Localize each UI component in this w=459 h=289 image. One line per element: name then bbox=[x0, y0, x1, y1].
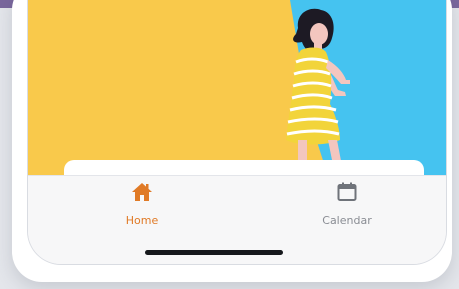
home-indicator[interactable] bbox=[145, 250, 283, 255]
calendar-icon bbox=[335, 180, 359, 204]
tab-calendar-label: Calendar bbox=[322, 214, 372, 227]
hero-illustration bbox=[28, 0, 446, 176]
app-screen: Home Calendar bbox=[27, 0, 447, 265]
home-icon bbox=[130, 180, 154, 204]
tab-home-label: Home bbox=[125, 214, 159, 227]
tab-calendar[interactable]: Calendar bbox=[277, 176, 417, 236]
tab-home[interactable]: Home bbox=[72, 176, 212, 236]
woman-walking-illustration bbox=[28, 0, 446, 176]
